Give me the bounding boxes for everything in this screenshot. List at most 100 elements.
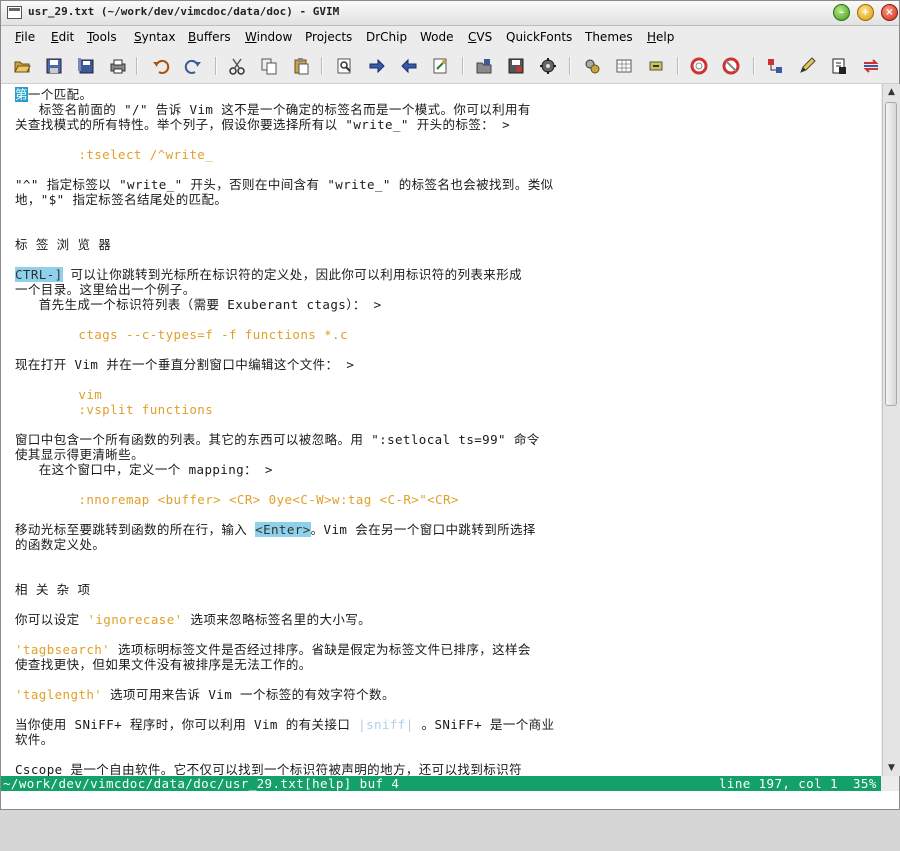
shell-button[interactable] — [613, 55, 635, 77]
help-tag-link[interactable]: |sniff| — [358, 717, 413, 732]
redo-button[interactable] — [182, 55, 204, 77]
title-bar[interactable]: usr_29.txt (~/work/dev/vimcdoc/data/doc)… — [1, 1, 899, 26]
text-segment: 标签名前面的 "/" 告诉 Vim 这不是一个确定的标签名而是一个模式。你可以利… — [15, 102, 531, 117]
menu-bar: File Edit Tools Syntax Buffers Window Projects… — [1, 26, 899, 48]
find-prev-button[interactable] — [398, 55, 420, 77]
open-button[interactable] — [11, 55, 33, 77]
text-line: "^" 指定标签以 "write_" 开头，否则在中间含有 "write_" 的… — [15, 177, 554, 192]
scrollbar-thumb[interactable] — [885, 102, 897, 406]
undo-icon — [153, 59, 170, 74]
menu-edit[interactable]: Edit — [51, 30, 74, 44]
text-segment: 使查找更快，但如果文件没有被排序是无法工作的。 — [15, 657, 312, 672]
run-script-icon — [540, 58, 556, 74]
menu-file[interactable]: File — [15, 30, 35, 44]
find-next-button[interactable] — [366, 55, 388, 77]
edit-button[interactable] — [828, 55, 850, 77]
menu-tools[interactable]: Tools — [87, 30, 117, 44]
text-line: 在这个窗口中，定义一个 mapping： > — [15, 462, 273, 477]
text-line: 软件。 — [15, 732, 54, 747]
save-button[interactable] — [43, 55, 65, 77]
example-code: ctags --c-types=f -f functions *.c — [15, 327, 348, 342]
vertical-scrollbar[interactable]: ▲ ▼ — [882, 84, 900, 776]
help-link[interactable]: CTRL-] — [15, 267, 63, 282]
menu-cvs[interactable]: CVS — [468, 30, 492, 44]
text-segment: 窗口中包含一个所有函数的列表。其它的东西可以被忽略。用 ":setlocal t… — [15, 432, 540, 447]
help-link[interactable]: <Enter> — [255, 522, 311, 537]
menu-projects[interactable]: Projects — [305, 30, 352, 44]
close-button[interactable]: × — [881, 4, 898, 21]
text-line: Cscope 是一个自由软件。它不仅可以找到一个标识符被声明的地方，还可以找到标… — [15, 762, 522, 776]
text-segment: 。Vim 会在另一个窗口中跳转到所选择 — [310, 522, 536, 537]
toolbar-separator — [462, 57, 464, 75]
find-button[interactable] — [334, 55, 356, 77]
text-line: 一个目录。这里给出一个例子。 — [15, 282, 196, 297]
text-line: 标 签 浏 览 器 — [15, 237, 111, 252]
find-help-button[interactable] — [764, 55, 786, 77]
jump-tag-button[interactable] — [688, 55, 710, 77]
text-segment: 选项来忽略标签名里的大小写。 — [182, 612, 372, 627]
lifebuoy-help-button[interactable] — [720, 55, 742, 77]
menu-window[interactable]: Window — [245, 30, 292, 44]
edit-icon — [832, 58, 846, 74]
text-segment: 软件。 — [15, 732, 54, 747]
scroll-down-icon[interactable]: ▼ — [884, 761, 899, 775]
lifebuoy-help-icon — [722, 57, 740, 75]
minimize-button[interactable]: – — [833, 4, 850, 21]
text-line: 你可以设定 'ignorecase' 选项来忽略标签名里的大小写。 — [15, 612, 371, 627]
tag-button[interactable] — [860, 55, 882, 77]
example-code: vim — [15, 387, 103, 402]
tag-icon — [863, 59, 879, 73]
print-button[interactable] — [107, 55, 129, 77]
menu-wode[interactable]: Wode — [420, 30, 454, 44]
text-segment: "^" 指定标签以 "write_" 开头，否则在中间含有 "write_" 的… — [15, 177, 554, 192]
copy-button[interactable] — [258, 55, 280, 77]
text-segment: 可以让你跳转到光标所在标识符的定义处，因此你可以利用标识符的列表来形成 — [62, 267, 522, 282]
make-button[interactable] — [581, 55, 603, 77]
option-name: 'ignorecase' — [87, 612, 183, 627]
undo-button[interactable] — [150, 55, 172, 77]
replace-button[interactable] — [430, 55, 452, 77]
paste-button[interactable] — [290, 55, 312, 77]
find-next-icon — [369, 58, 385, 74]
option-name: 'tagbsearch' — [15, 642, 111, 657]
text-segment: 一个匹配。 — [27, 87, 93, 102]
command-line[interactable] — [1, 791, 899, 809]
save-all-button[interactable] — [75, 55, 97, 77]
find-help-icon — [768, 59, 782, 73]
scroll-up-icon[interactable]: ▲ — [884, 85, 899, 99]
toolbar-separator — [136, 57, 138, 75]
diff-icon — [800, 57, 816, 73]
text-line: :tselect /^write_ — [15, 147, 213, 162]
toolbar-separator — [569, 57, 571, 75]
load-session-button[interactable] — [473, 55, 495, 77]
text-segment: 选项可用来告诉 Vim 一个标签的有效字符个数。 — [102, 687, 395, 702]
run-script-button[interactable] — [537, 55, 559, 77]
maximize-icon: + — [861, 7, 870, 18]
maximize-button[interactable]: + — [857, 4, 874, 21]
shell-icon — [616, 59, 632, 73]
option-name: 'taglength' — [15, 687, 103, 702]
save-all-icon — [78, 58, 94, 74]
cut-button[interactable] — [226, 55, 248, 77]
ctags-button[interactable] — [645, 55, 667, 77]
text-segment: 现在打开 Vim 并在一个垂直分割窗口中编辑这个文件： > — [15, 357, 355, 372]
menu-help[interactable]: Help — [647, 30, 674, 44]
text-segment: 标 签 浏 览 器 — [15, 237, 112, 252]
load-session-icon — [476, 59, 492, 74]
text-line: 现在打开 Vim 并在一个垂直分割窗口中编辑这个文件： > — [15, 357, 354, 372]
menu-quickfonts[interactable]: QuickFonts — [506, 30, 572, 44]
text-line: :nnoremap <buffer> <CR> 0ye<C-W>w:tag <C… — [15, 492, 459, 507]
ctags-icon — [649, 61, 663, 71]
status-line: ~/work/dev/vimcdoc/data/doc/usr_29.txt[h… — [1, 776, 881, 791]
redo-icon — [184, 59, 201, 74]
save-session-button[interactable] — [505, 55, 527, 77]
text-segment: 。SNiFF+ 是一个商业 — [413, 717, 555, 732]
window-icon[interactable] — [7, 6, 22, 19]
menu-buffers[interactable]: Buffers — [188, 30, 231, 44]
text-segment: 使其显示得更清晰些。 — [15, 447, 145, 462]
diff-button[interactable] — [796, 55, 818, 77]
menu-themes[interactable]: Themes — [585, 30, 633, 44]
menu-syntax[interactable]: Syntax — [134, 30, 176, 44]
editor-text-area[interactable]: 第一个匹配。 标签名前面的 "/" 告诉 Vim 这不是一个确定的标签名而是一个… — [1, 84, 881, 776]
menu-drchip[interactable]: DrChip — [366, 30, 407, 44]
